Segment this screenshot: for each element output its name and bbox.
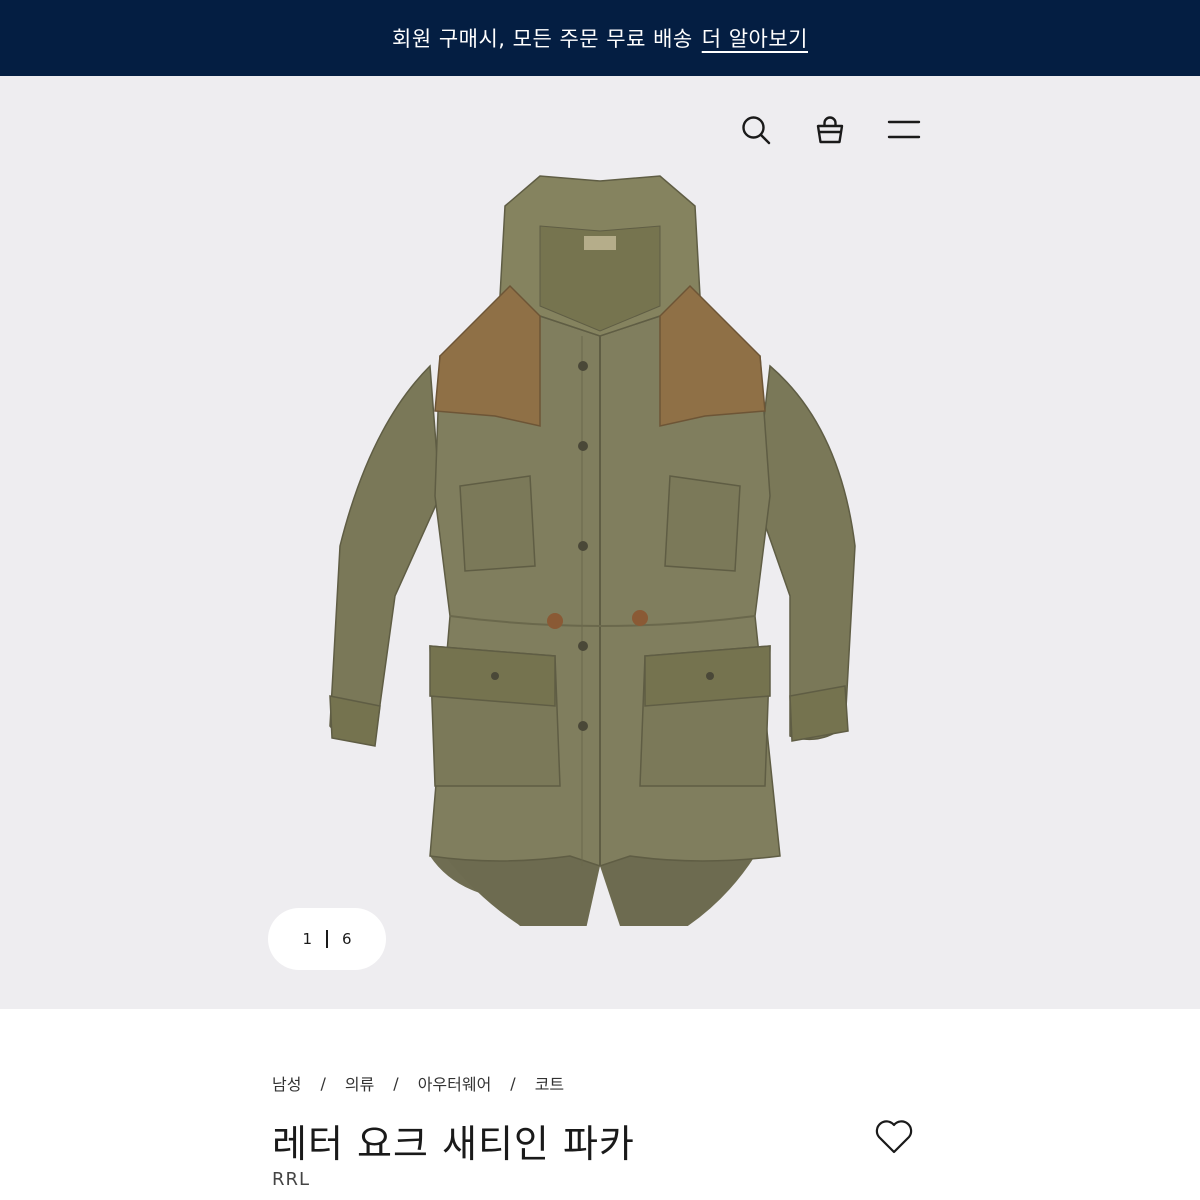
promo-banner: 회원 구매시, 모든 주문 무료 배송 더 알아보기: [0, 0, 1200, 76]
menu-icon[interactable]: [886, 112, 922, 148]
breadcrumb-item-outerwear[interactable]: 아우터웨어: [418, 1071, 492, 1095]
image-pager[interactable]: 1 6: [268, 908, 386, 970]
breadcrumb-item-coats[interactable]: 코트: [535, 1071, 564, 1095]
breadcrumb-separator: /: [393, 1073, 399, 1093]
learn-more-link[interactable]: 더 알아보기: [702, 23, 808, 53]
pager-divider: [326, 930, 328, 948]
pager-current: 1: [302, 930, 312, 948]
breadcrumb-separator: /: [510, 1073, 516, 1093]
product-image[interactable]: [300, 166, 900, 926]
search-icon[interactable]: [738, 112, 774, 148]
breadcrumb-item-clothing[interactable]: 의류: [345, 1071, 374, 1095]
pager-total: 6: [342, 930, 352, 948]
product-gallery: 1 6: [0, 76, 1200, 1009]
breadcrumb-item-men[interactable]: 남성: [272, 1071, 301, 1095]
heart-icon[interactable]: [873, 1115, 915, 1157]
shopping-bag-icon[interactable]: [812, 112, 848, 148]
product-brand[interactable]: RRL: [272, 1169, 310, 1190]
product-title: 레터 요크 새티인 파카: [272, 1122, 635, 1166]
breadcrumb-separator: /: [320, 1073, 326, 1093]
product-info: 남성 / 의류 / 아우터웨어 / 코트 레터 요크 새티인 파카 RRL: [0, 1009, 1200, 1200]
header-actions: [738, 112, 922, 148]
breadcrumb: 남성 / 의류 / 아우터웨어 / 코트: [272, 1071, 564, 1095]
promo-text: 회원 구매시, 모든 주문 무료 배송: [392, 27, 693, 51]
